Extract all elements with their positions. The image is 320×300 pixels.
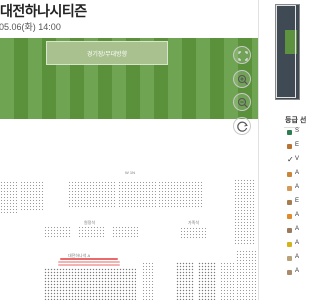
- seat-block[interactable]: [176, 262, 194, 300]
- check-icon: ✓: [287, 155, 294, 164]
- grade-title: 등급 선: [285, 117, 307, 124]
- zoom-in-button[interactable]: [233, 70, 251, 88]
- refresh-icon: [237, 121, 248, 132]
- grade-legend-item[interactable]: E: [287, 142, 301, 154]
- grade-label: E: [295, 198, 300, 204]
- grade-color-swatch: [287, 172, 292, 177]
- grade-color-swatch: [287, 214, 292, 219]
- panel-divider: [258, 0, 259, 300]
- grade-legend-item[interactable]: E: [287, 198, 301, 210]
- grade-label: A: [295, 212, 300, 218]
- grade-label: E: [295, 142, 300, 148]
- grade-color-swatch: [287, 200, 292, 205]
- grade-legend-item[interactable]: A: [287, 212, 301, 224]
- available-seat-row[interactable]: [58, 264, 120, 266]
- grade-color-swatch: [287, 242, 292, 247]
- fullscreen-button[interactable]: [233, 46, 251, 64]
- grade-label: A: [295, 268, 300, 274]
- seat-block[interactable]: [44, 268, 136, 300]
- seat-block[interactable]: [0, 181, 18, 213]
- grade-legend-item[interactable]: A: [287, 226, 301, 238]
- seat-block[interactable]: [234, 179, 256, 245]
- grade-label: A: [295, 240, 300, 246]
- available-seat-row[interactable]: [58, 261, 120, 263]
- grade-color-swatch: [287, 144, 292, 149]
- seat-block[interactable]: [180, 227, 206, 239]
- grade-color-swatch: [287, 228, 292, 233]
- grade-legend-item[interactable]: S: [287, 128, 301, 140]
- seat-block[interactable]: [20, 181, 44, 211]
- seat-block[interactable]: [158, 181, 204, 209]
- seat-block[interactable]: [112, 226, 138, 238]
- seat-block[interactable]: [68, 181, 116, 209]
- seat-block[interactable]: [78, 226, 104, 238]
- grade-legend-item[interactable]: A: [287, 184, 301, 196]
- grade-legend-item[interactable]: ✓ V: [287, 155, 301, 168]
- grade-label: A: [295, 254, 300, 260]
- section-label-w1n: W 1N: [125, 170, 135, 175]
- minimap-viewport[interactable]: [276, 5, 296, 98]
- grade-label: S: [295, 128, 300, 134]
- fullscreen-icon: [238, 51, 248, 61]
- grade-label: V: [295, 156, 300, 162]
- seat-block[interactable]: [44, 226, 72, 238]
- grade-color-swatch: [287, 256, 292, 261]
- grade-color-swatch: [287, 130, 292, 135]
- available-seat-row[interactable]: [60, 258, 118, 260]
- section-label-family: 가족석: [188, 220, 200, 225]
- seat-block[interactable]: [142, 262, 154, 300]
- grade-legend-item[interactable]: A: [287, 268, 301, 280]
- grade-legend-item[interactable]: A: [287, 254, 301, 266]
- grade-color-swatch: [287, 186, 292, 191]
- refresh-button[interactable]: [233, 117, 251, 135]
- grade-legend-item[interactable]: A: [287, 170, 301, 182]
- grade-label: A: [295, 170, 300, 176]
- grade-legend-item[interactable]: A: [287, 240, 301, 252]
- grade-label: A: [295, 184, 300, 190]
- stage-direction-label: 경기장/무대방향: [46, 41, 168, 65]
- event-date: 05.06(화) 14:00: [0, 22, 61, 32]
- seat-block[interactable]: [118, 181, 156, 209]
- seat-block[interactable]: [236, 250, 256, 300]
- event-title: 대전하나시티즌: [0, 3, 87, 19]
- grade-label: A: [295, 226, 300, 232]
- seat-block[interactable]: [198, 262, 216, 300]
- seat-block[interactable]: [220, 262, 234, 300]
- grade-color-swatch: [287, 270, 292, 275]
- zoom-out-icon: [237, 97, 248, 108]
- zoom-in-icon: [237, 74, 248, 85]
- zoom-out-button[interactable]: [233, 93, 251, 111]
